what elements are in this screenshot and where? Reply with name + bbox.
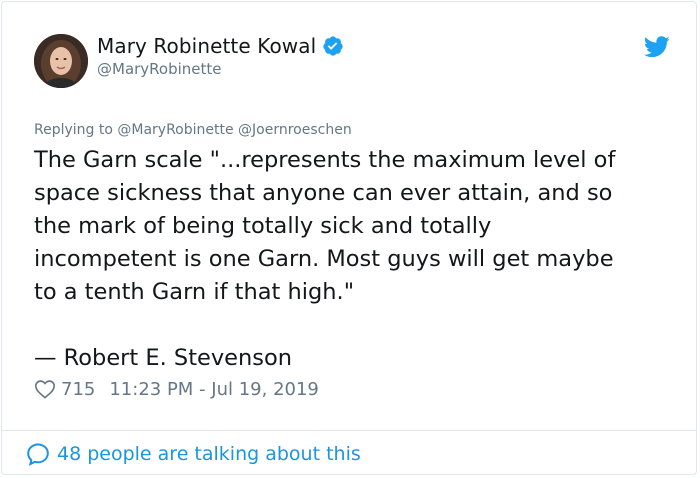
divider [2,430,696,431]
like-count[interactable]: 715 [61,379,95,400]
author-handle[interactable]: @MaryRobinette [97,60,222,78]
author-name-row[interactable]: Mary Robinette Kowal [97,34,344,58]
avatar[interactable] [34,34,88,88]
talking-about-link[interactable]: 48 people are talking about this [26,442,361,466]
tweet-text: The Garn scale "...represents the maximu… [34,147,616,371]
heart-icon[interactable] [34,378,56,400]
tweet-card: Mary Robinette Kowal @MaryRobinette Repl… [1,1,697,475]
author-display-name[interactable]: Mary Robinette Kowal [97,34,316,58]
tweet-timestamp[interactable]: 11:23 PM - Jul 19, 2019 [109,379,319,400]
tweet-meta: 715 11:23 PM - Jul 19, 2019 [34,378,319,400]
replying-to-text[interactable]: Replying to @MaryRobinette @Joernroesche… [34,122,352,138]
verified-badge-icon [322,35,344,57]
speech-bubble-icon [26,442,50,466]
talking-about-label[interactable]: 48 people are talking about this [57,443,361,465]
twitter-bird-icon[interactable] [644,36,670,58]
